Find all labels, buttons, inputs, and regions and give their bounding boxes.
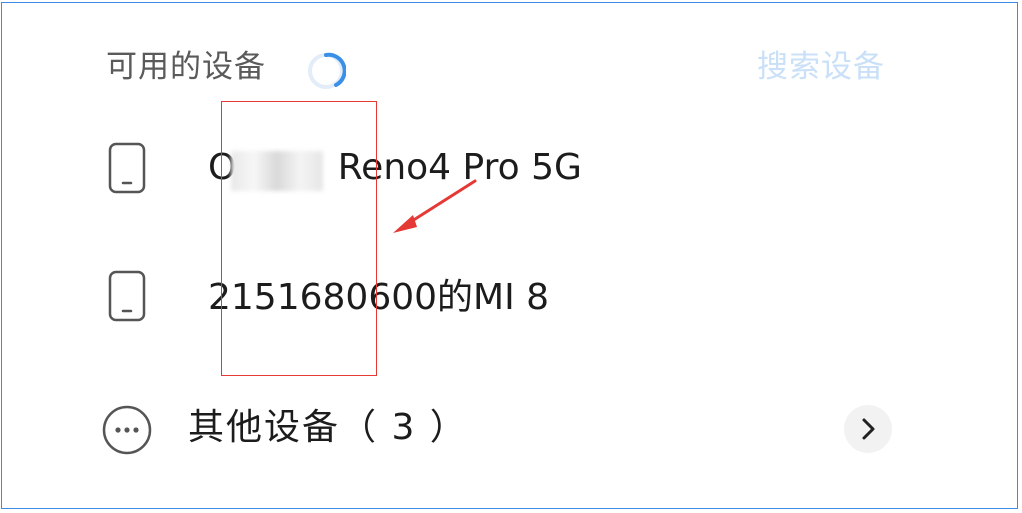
chevron-right-icon xyxy=(862,418,875,440)
search-devices-button[interactable]: 搜索设备 xyxy=(757,45,885,89)
device-name: 2151680600的MI 8 xyxy=(208,277,550,318)
phone-icon xyxy=(108,142,146,194)
redacted-blur xyxy=(231,151,323,191)
dialog-frame: 可用的设备 搜索设备 O Reno4 Pro 5G 2151680600的MI … xyxy=(1,2,1018,509)
other-devices-expand-button[interactable] xyxy=(844,405,892,453)
other-devices-row[interactable]: 其他设备（ 3 ） xyxy=(2,383,1019,475)
phone-icon xyxy=(108,270,146,322)
device-item[interactable]: O Reno4 Pro 5G xyxy=(2,123,1019,213)
section-title: 可用的设备 xyxy=(106,49,266,85)
more-icon xyxy=(102,405,152,455)
loading-spinner-icon xyxy=(308,52,346,89)
device-item[interactable]: 2151680600的MI 8 xyxy=(2,253,1019,343)
other-devices-label: 其他设备（ 3 ） xyxy=(188,407,468,448)
